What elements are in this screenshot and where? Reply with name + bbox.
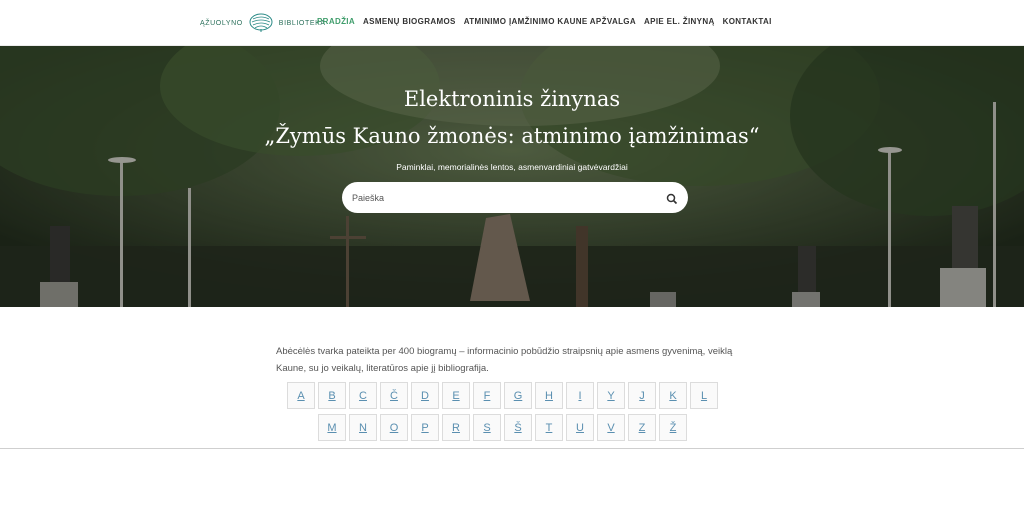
letter-link[interactable]: Ž: [659, 414, 687, 441]
search-input[interactable]: [352, 192, 652, 203]
nav-item-biographies[interactable]: ASMENŲ BIOGRAMOS: [363, 17, 456, 26]
logo-text-left: ĄŽUOLYNO: [200, 19, 243, 27]
search-box: [342, 182, 688, 213]
letter-link[interactable]: I: [566, 382, 594, 409]
letter-link[interactable]: Y: [597, 382, 625, 409]
letter-link[interactable]: T: [535, 414, 563, 441]
letter-link[interactable]: D: [411, 382, 439, 409]
letter-link[interactable]: B: [318, 382, 346, 409]
letter-link[interactable]: Č: [380, 382, 408, 409]
site-header: ĄŽUOLYNO BIBLIOTEKA PRADŽIA ASMENŲ BIOGR…: [0, 0, 1024, 46]
letter-link[interactable]: F: [473, 382, 501, 409]
letter-link[interactable]: L: [690, 382, 718, 409]
letter-link[interactable]: V: [597, 414, 625, 441]
letter-link[interactable]: N: [349, 414, 377, 441]
letter-link[interactable]: G: [504, 382, 532, 409]
nav-item-home[interactable]: PRADŽIA: [317, 17, 355, 26]
nav-item-commemoration-overview[interactable]: ATMINIMO ĮAMŽINIMO KAUNE APŽVALGA: [464, 17, 636, 26]
letter-link[interactable]: S: [473, 414, 501, 441]
letter-link[interactable]: Š: [504, 414, 532, 441]
library-logo[interactable]: ĄŽUOLYNO BIBLIOTEKA: [200, 12, 326, 34]
hero-subtitle: Paminklai, memorialinės lentos, asmenvar…: [396, 162, 628, 172]
main-nav: PRADŽIA ASMENŲ BIOGRAMOS ATMINIMO ĮAMŽIN…: [317, 17, 780, 26]
letter-link[interactable]: O: [380, 414, 408, 441]
alphabet-index-row-1: ABCČDEFGHIYJKL: [287, 382, 718, 409]
content-divider: [0, 448, 1024, 449]
letter-link[interactable]: C: [349, 382, 377, 409]
hero-dim-overlay: [0, 46, 1024, 307]
search-icon[interactable]: [666, 192, 678, 205]
letter-link[interactable]: H: [535, 382, 563, 409]
letter-link[interactable]: K: [659, 382, 687, 409]
letter-link[interactable]: Z: [628, 414, 656, 441]
letter-link[interactable]: M: [318, 414, 346, 441]
letter-link[interactable]: R: [442, 414, 470, 441]
intro-text: Abėcėlės tvarka pateikta per 400 biogram…: [276, 346, 733, 374]
letter-link[interactable]: U: [566, 414, 594, 441]
letter-link[interactable]: A: [287, 382, 315, 409]
letter-link[interactable]: E: [442, 382, 470, 409]
hero-title-quote: „Žymūs Kauno žmonės: atminimo įamžinimas…: [264, 124, 760, 148]
letter-link[interactable]: J: [628, 382, 656, 409]
hero-title: Elektroninis žinynas: [403, 87, 621, 111]
nav-item-contacts[interactable]: KONTAKTAI: [723, 17, 772, 26]
hero-banner: Elektroninis žinynas „Žymūs Kauno žmonės…: [0, 46, 1024, 307]
tree-logo-icon: [249, 13, 273, 33]
nav-item-about[interactable]: APIE EL. ŽINYNĄ: [644, 17, 715, 26]
alphabet-index-row-2: MNOPRSŠTUVZŽ: [318, 414, 687, 441]
letter-link[interactable]: P: [411, 414, 439, 441]
